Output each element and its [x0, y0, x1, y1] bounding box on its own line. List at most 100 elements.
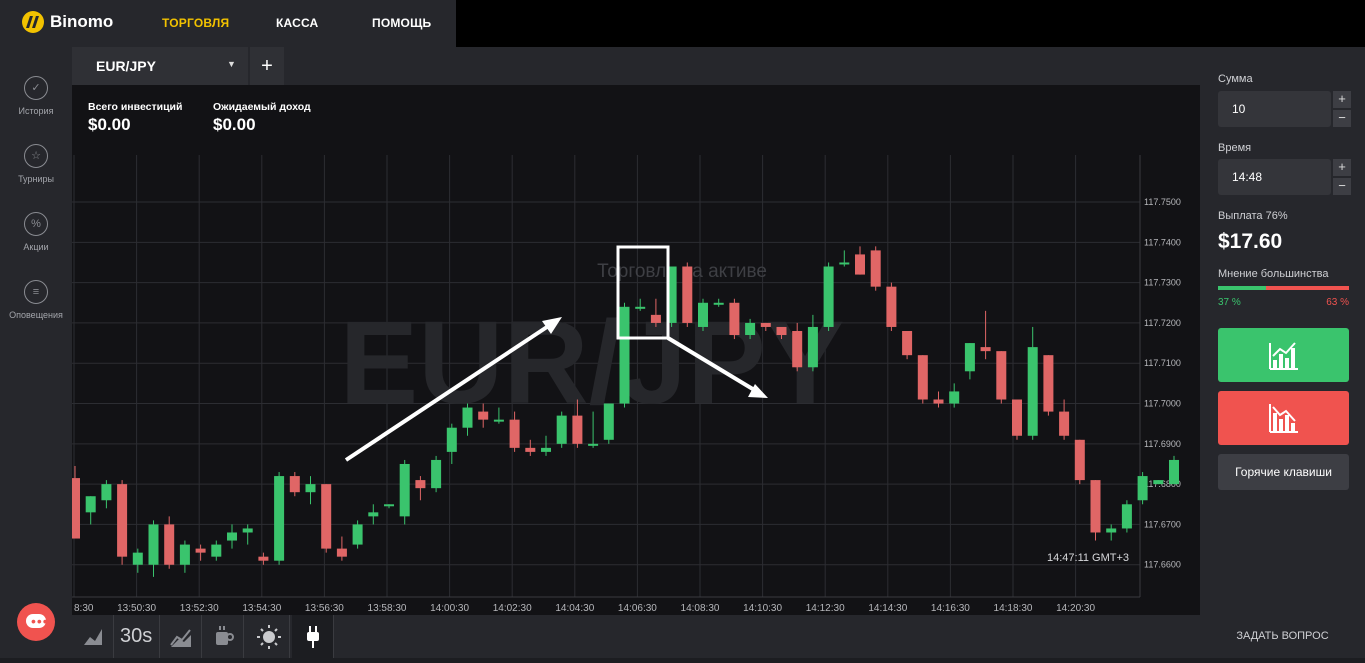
x-axis-tick-label: 14:14:30 — [868, 603, 907, 614]
candlestick — [855, 246, 865, 275]
asset-watermark: EUR/JPY — [340, 297, 845, 429]
candle-body — [603, 403, 614, 440]
candle-body — [446, 427, 457, 452]
price-chart[interactable]: 117.7500 117.7400 117.7300 117.7200 117.7100… — [72, 85, 1200, 615]
candle-body — [525, 447, 536, 452]
candle-body — [117, 484, 128, 557]
candlestick — [619, 302, 630, 408]
majority-opinion-up-fill — [1218, 286, 1267, 290]
candle-body — [72, 478, 80, 539]
x-axis-tick-label: 14:18:30 — [994, 603, 1033, 614]
candlestick — [964, 343, 975, 380]
candle-body — [1090, 480, 1101, 533]
call-button[interactable] — [1218, 328, 1349, 382]
candle-body — [211, 544, 222, 557]
candle-body — [1027, 347, 1038, 436]
server-clock: 14:47:11 GMT+3 — [1047, 552, 1129, 564]
candle-body — [352, 524, 363, 545]
candle-body — [462, 407, 473, 428]
candlestick — [933, 391, 944, 408]
asset-name: EUR/JPY — [96, 58, 156, 74]
candle-body — [823, 266, 834, 327]
candle-body — [1106, 528, 1117, 533]
candlestick — [431, 455, 442, 493]
hotkeys-button[interactable]: Горячие клавиши — [1218, 454, 1349, 490]
x-axis-tick-label: 14:02:30 — [493, 603, 532, 614]
time-decrease-button[interactable]: − — [1333, 178, 1351, 195]
candle-body — [1169, 459, 1179, 485]
logo-text: Binomo — [50, 12, 114, 31]
trend-down-icon — [1269, 404, 1298, 433]
candle-body — [85, 496, 96, 513]
candle-body — [964, 343, 975, 372]
time-input[interactable]: 14:48 — [1218, 159, 1331, 195]
asset-selector[interactable]: EUR/JPY ▼ — [72, 47, 248, 85]
candle-body — [1012, 399, 1022, 436]
nav-cashier[interactable]: КАССА — [276, 16, 318, 30]
coffee-break-button[interactable] — [202, 615, 244, 658]
add-asset-button[interactable]: + — [250, 47, 284, 85]
indicators-button[interactable] — [160, 615, 202, 658]
time-increase-button[interactable]: + — [1333, 159, 1351, 176]
timeframe-button[interactable]: 30s — [114, 615, 160, 658]
sidebar-item-notifications[interactable]: ≡ Оповещения — [0, 280, 72, 320]
chart-toolbar: 30s — [72, 615, 1200, 658]
candle-body — [258, 556, 269, 561]
nav-trading[interactable]: ТОРГОВЛЯ — [162, 16, 229, 30]
brightness-button[interactable] — [248, 615, 290, 658]
candlestick — [336, 536, 347, 561]
top-bar: Binomo ТОРГОВЛЯ КАССА ПОМОЩЬ — [0, 0, 456, 47]
connection-button[interactable] — [292, 615, 334, 658]
y-axis-tick-label: 117.7100 — [1144, 358, 1181, 368]
sidebar-item-tournaments[interactable]: ☆ Турниры — [0, 144, 72, 184]
candle-body — [101, 484, 112, 501]
nav-help[interactable]: ПОМОЩЬ — [372, 16, 431, 30]
y-axis-tick-label: 117.6700 — [1144, 519, 1181, 529]
candlestick — [148, 520, 159, 577]
candle-body — [1137, 476, 1148, 501]
candlestick — [682, 262, 693, 327]
sidebar-item-label: История — [18, 106, 54, 116]
candle-body — [886, 286, 897, 327]
candle-body — [1153, 480, 1164, 485]
y-axis-tick-label: 117.7400 — [1144, 237, 1181, 247]
sidebar-item-promotions[interactable]: % Акции — [0, 212, 72, 252]
sidebar-item-history[interactable]: ✓ История — [0, 76, 72, 116]
candle-body — [493, 419, 504, 422]
put-button[interactable] — [1218, 391, 1349, 445]
y-axis-tick-label: 117.7300 — [1144, 278, 1181, 288]
candle-body — [541, 447, 551, 452]
candlestick — [1074, 439, 1085, 485]
candle-body — [321, 484, 332, 549]
candlestick — [462, 403, 473, 436]
candle-body — [996, 351, 1007, 400]
chart-type-button[interactable] — [72, 615, 114, 658]
candle-body — [650, 314, 661, 323]
trend-up-icon — [1269, 342, 1298, 370]
x-axis-tick-label: 13:54:30 — [242, 603, 281, 614]
sidebar-item-label: Оповещения — [9, 310, 63, 320]
payout-value: $17.60 — [1218, 230, 1283, 253]
trading-on-asset-text: Торговля на активе — [597, 261, 767, 282]
chat-button[interactable]: ••• — [17, 603, 55, 641]
ask-question-button[interactable]: ЗАДАТЬ ВОПРОС — [1200, 615, 1365, 658]
candlestick — [274, 472, 285, 565]
y-axis-tick-label: 117.6900 — [1144, 439, 1181, 449]
area-chart-icon — [84, 629, 102, 645]
amount-increase-button[interactable]: + — [1333, 91, 1351, 108]
candle-body — [227, 532, 237, 541]
candle-body — [635, 306, 646, 309]
chart-area[interactable]: Всего инвестиций $0.00 Ожидаемый доход $… — [72, 85, 1200, 615]
candle-body — [855, 254, 865, 275]
y-axis-tick-label: 117.7200 — [1144, 318, 1181, 328]
candlestick — [1169, 455, 1179, 485]
logo[interactable]: Binomo — [22, 11, 113, 33]
x-axis-tick-label: 14:12:30 — [806, 603, 845, 614]
candle-body — [336, 548, 347, 557]
candle-body — [980, 347, 991, 352]
amount-input[interactable]: 10 — [1218, 91, 1331, 127]
chat-icon: ••• — [31, 613, 49, 629]
candlestick — [1059, 399, 1070, 440]
y-axis-tick-label: 117.7000 — [1144, 399, 1181, 409]
amount-decrease-button[interactable]: − — [1333, 110, 1351, 127]
